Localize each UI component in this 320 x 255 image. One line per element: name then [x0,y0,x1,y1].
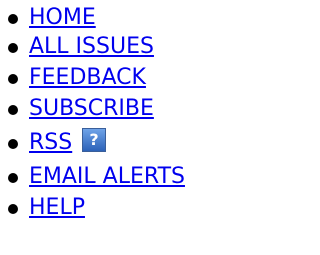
nav-link-email-alerts[interactable]: EMAIL ALERTS [29,161,185,192]
nav-item-email-alerts: EMAIL ALERTS [0,161,255,192]
nav-link-subscribe[interactable]: SUBSCRIBE [29,93,154,124]
nav-link-home[interactable]: HOME [29,2,96,33]
help-icon[interactable]: ? [82,128,106,152]
bullet-icon [8,203,18,214]
main-nav: HOME ALL ISSUES FEEDBACK SUBSCRIBE RSS ?… [0,0,255,223]
bullet-icon [8,73,18,84]
bullet-icon [8,13,18,24]
nav-item-feedback: FEEDBACK [0,62,255,93]
nav-link-rss[interactable]: RSS [29,124,72,161]
nav-item-all-issues: ALL ISSUES [0,31,255,62]
nav-link-feedback[interactable]: FEEDBACK [29,62,146,93]
bullet-icon [8,138,18,149]
nav-link-all-issues[interactable]: ALL ISSUES [29,31,154,62]
bullet-icon [8,172,18,183]
nav-item-help: HELP [0,192,255,223]
nav-link-help[interactable]: HELP [29,192,85,223]
bullet-icon [8,42,18,53]
bullet-icon [8,104,18,115]
nav-item-home: HOME [0,2,255,33]
nav-item-rss: RSS ? [0,124,255,161]
nav-item-subscribe: SUBSCRIBE [0,93,255,124]
